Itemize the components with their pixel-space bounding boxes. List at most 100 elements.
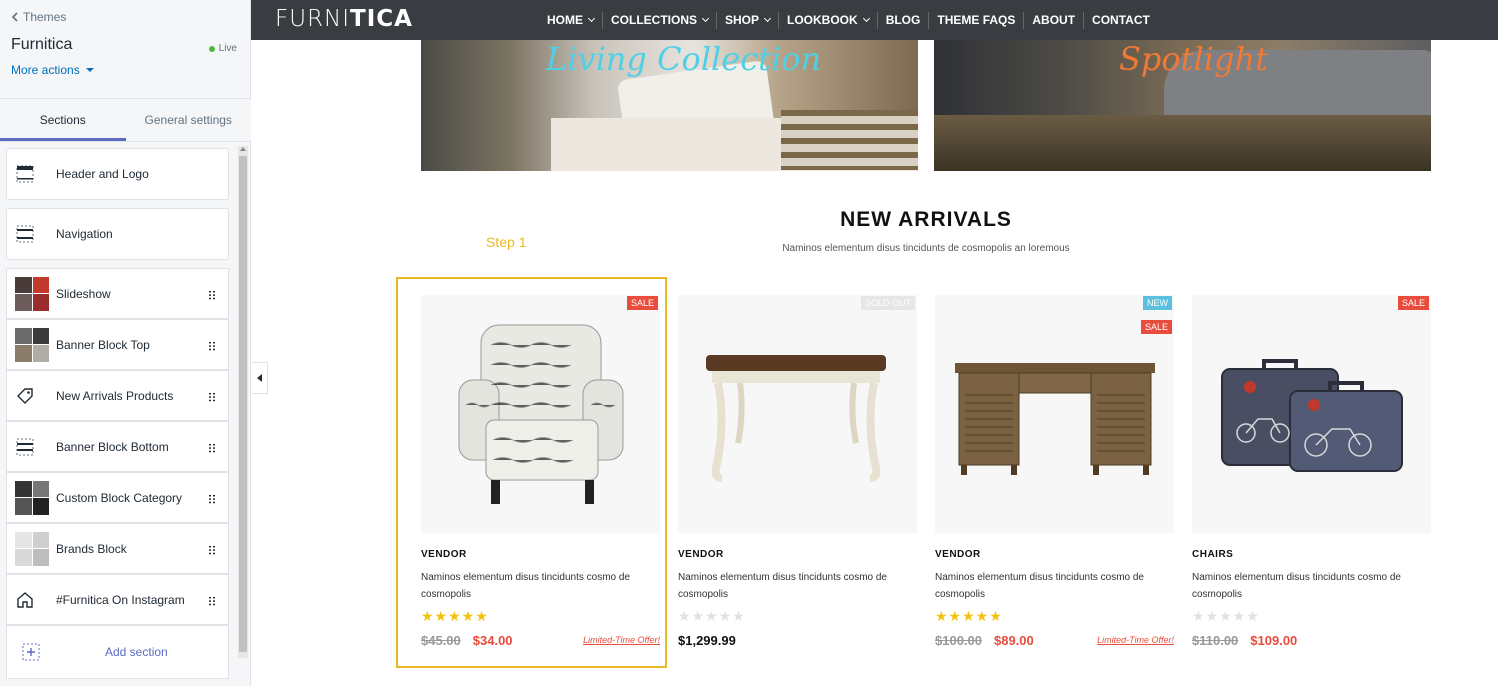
product-title[interactable]: Naminos elementum disus tincidunts cosmo…	[935, 569, 1165, 603]
menu-label: THEME FAQS	[937, 13, 1016, 27]
drag-handle-icon[interactable]	[208, 290, 216, 300]
menu-label: HOME	[547, 13, 583, 27]
scrollbar-thumb[interactable]	[239, 156, 247, 652]
product-vendor: VENDOR	[678, 549, 724, 560]
menu-label: LOOKBOOK	[787, 13, 858, 27]
menu-label: BLOG	[885, 13, 921, 27]
scroll-up-icon[interactable]	[240, 147, 246, 151]
menu-item-lookbook[interactable]: LOOKBOOK	[778, 11, 877, 29]
brands-thumbnail	[15, 531, 51, 566]
new-arrivals-subtitle: Naminos elementum disus tincidunts de co…	[782, 243, 1070, 254]
product-image[interactable]: SOLD OUT	[678, 295, 917, 533]
product-card[interactable]: SALE VENDOR Naminos elementum disus tinc…	[421, 295, 660, 649]
drag-handle-icon[interactable]	[208, 494, 216, 504]
sale-badge: SALE	[1397, 296, 1429, 310]
menu-item-collections[interactable]: COLLECTIONS	[602, 11, 716, 29]
rating-stars: ★★★★★	[935, 608, 1003, 624]
chevron-down-icon	[701, 14, 710, 22]
tab-general-settings[interactable]: General settings	[126, 99, 252, 141]
banner-layout-icon	[15, 437, 51, 457]
product-image[interactable]: SALE	[1192, 295, 1431, 533]
more-actions-button[interactable]: More actions	[11, 63, 239, 77]
section-custom-block-category[interactable]: Custom Block Category	[6, 472, 229, 523]
slideshow-thumbnail	[15, 276, 51, 311]
section-instagram[interactable]: #Furnitica On Instagram	[6, 574, 229, 625]
section-label: #Furnitica On Instagram	[56, 592, 185, 607]
back-label: Themes	[23, 10, 67, 24]
sidebar-tabs: Sections General settings	[0, 98, 251, 142]
step-label: Step 1	[486, 234, 527, 250]
navigation-layout-icon	[15, 224, 51, 244]
menu-item-theme-faqs[interactable]: THEME FAQS	[928, 11, 1023, 29]
live-status-badge: Live	[208, 43, 237, 54]
compare-at-price: $110.00	[1192, 632, 1239, 648]
banner-living-collection[interactable]: Living Collection	[421, 40, 918, 171]
chevron-down-icon	[862, 14, 870, 22]
store-name: Furnitica	[11, 36, 73, 53]
banner-image-table	[934, 115, 1431, 171]
product-image[interactable]: SALE	[421, 295, 660, 533]
drag-handle-icon[interactable]	[208, 341, 216, 351]
sale-badge: SALE	[626, 296, 658, 310]
section-label: Banner Block Top	[56, 337, 150, 352]
store-logo[interactable]: FURNITICA	[275, 6, 413, 32]
add-section-label: Add section	[105, 645, 168, 659]
theme-editor-sidebar: Themes Furnitica Live More actions Secti…	[0, 0, 251, 686]
section-banner-block-top[interactable]: Banner Block Top	[6, 319, 229, 370]
menu-item-blog[interactable]: BLOG	[876, 11, 929, 29]
banner-image-throw	[781, 110, 918, 170]
product-vendor: CHAIRS	[1192, 549, 1234, 560]
product-title[interactable]: Naminos elementum disus tincidunts cosmo…	[421, 569, 651, 603]
drag-handle-icon[interactable]	[208, 596, 216, 606]
drag-handle-icon[interactable]	[208, 443, 216, 453]
suitcases-image	[1221, 359, 1403, 472]
section-label: Brands Block	[56, 541, 127, 556]
menu-item-contact[interactable]: CONTACT	[1083, 11, 1158, 29]
menu-label: COLLECTIONS	[611, 13, 697, 27]
menu-item-shop[interactable]: SHOP	[716, 11, 778, 29]
limited-offer-link[interactable]: Limited-Time Offer!	[1097, 635, 1174, 645]
limited-offer-link[interactable]: Limited-Time Offer!	[583, 635, 660, 645]
product-prices: $45.00 $34.00 Limited-Time Offer!	[421, 631, 660, 649]
menu-label: SHOP	[725, 13, 760, 27]
product-card[interactable]: SOLD OUT VENDOR Naminos elementum disus …	[678, 295, 917, 649]
product-vendor: VENDOR	[421, 549, 467, 560]
menu-label: ABOUT	[1032, 13, 1076, 27]
menu-label: CONTACT	[1092, 13, 1150, 27]
new-badge: NEW	[1143, 296, 1172, 310]
product-card[interactable]: SALE CHAIRS Naminos elementum disus tinc…	[1192, 295, 1431, 649]
sidebar-scrollbar[interactable]	[238, 146, 248, 658]
logo-text-bold: TICA	[350, 6, 413, 32]
add-section-icon	[22, 643, 40, 661]
chevron-down-icon	[763, 14, 772, 22]
add-section-button[interactable]: Add section	[6, 625, 229, 679]
section-new-arrivals-products[interactable]: New Arrivals Products	[6, 370, 229, 421]
sold-out-badge: SOLD OUT	[860, 296, 915, 310]
tab-sections[interactable]: Sections	[0, 99, 126, 141]
product-card[interactable]: NEW SALE VENDOR Naminos elementum disus …	[935, 295, 1174, 649]
section-label: Navigation	[56, 227, 113, 241]
product-prices: $1,299.99	[678, 631, 917, 649]
sale-price: $109.00	[1250, 632, 1298, 648]
menu-item-home[interactable]: HOME	[539, 12, 602, 29]
section-navigation[interactable]: Navigation	[6, 208, 229, 260]
tag-icon	[15, 386, 51, 406]
product-title[interactable]: Naminos elementum disus tincidunts cosmo…	[1192, 569, 1422, 603]
more-actions-label: More actions	[11, 63, 80, 77]
product-title[interactable]: Naminos elementum disus tincidunts cosmo…	[678, 569, 908, 603]
collapse-sidebar-button[interactable]	[252, 362, 268, 394]
drag-handle-icon[interactable]	[208, 545, 216, 555]
section-header-and-logo[interactable]: Header and Logo	[6, 148, 229, 200]
product-vendor: VENDOR	[935, 549, 981, 560]
section-brands-block[interactable]: Brands Block	[6, 523, 229, 574]
menu-item-about[interactable]: ABOUT	[1023, 11, 1083, 29]
section-slideshow[interactable]: Slideshow	[6, 268, 229, 319]
section-list: Header and Logo Navigation Slideshow Ban…	[6, 148, 229, 679]
drag-handle-icon[interactable]	[208, 392, 216, 402]
product-image[interactable]: NEW SALE	[935, 295, 1174, 533]
section-banner-block-bottom[interactable]: Banner Block Bottom	[6, 421, 229, 472]
back-to-themes-link[interactable]: Themes	[11, 10, 239, 24]
category-thumbnail	[15, 480, 51, 515]
banner-title: Spotlight	[1119, 40, 1268, 78]
banner-spotlight[interactable]: Spotlight	[934, 40, 1431, 171]
